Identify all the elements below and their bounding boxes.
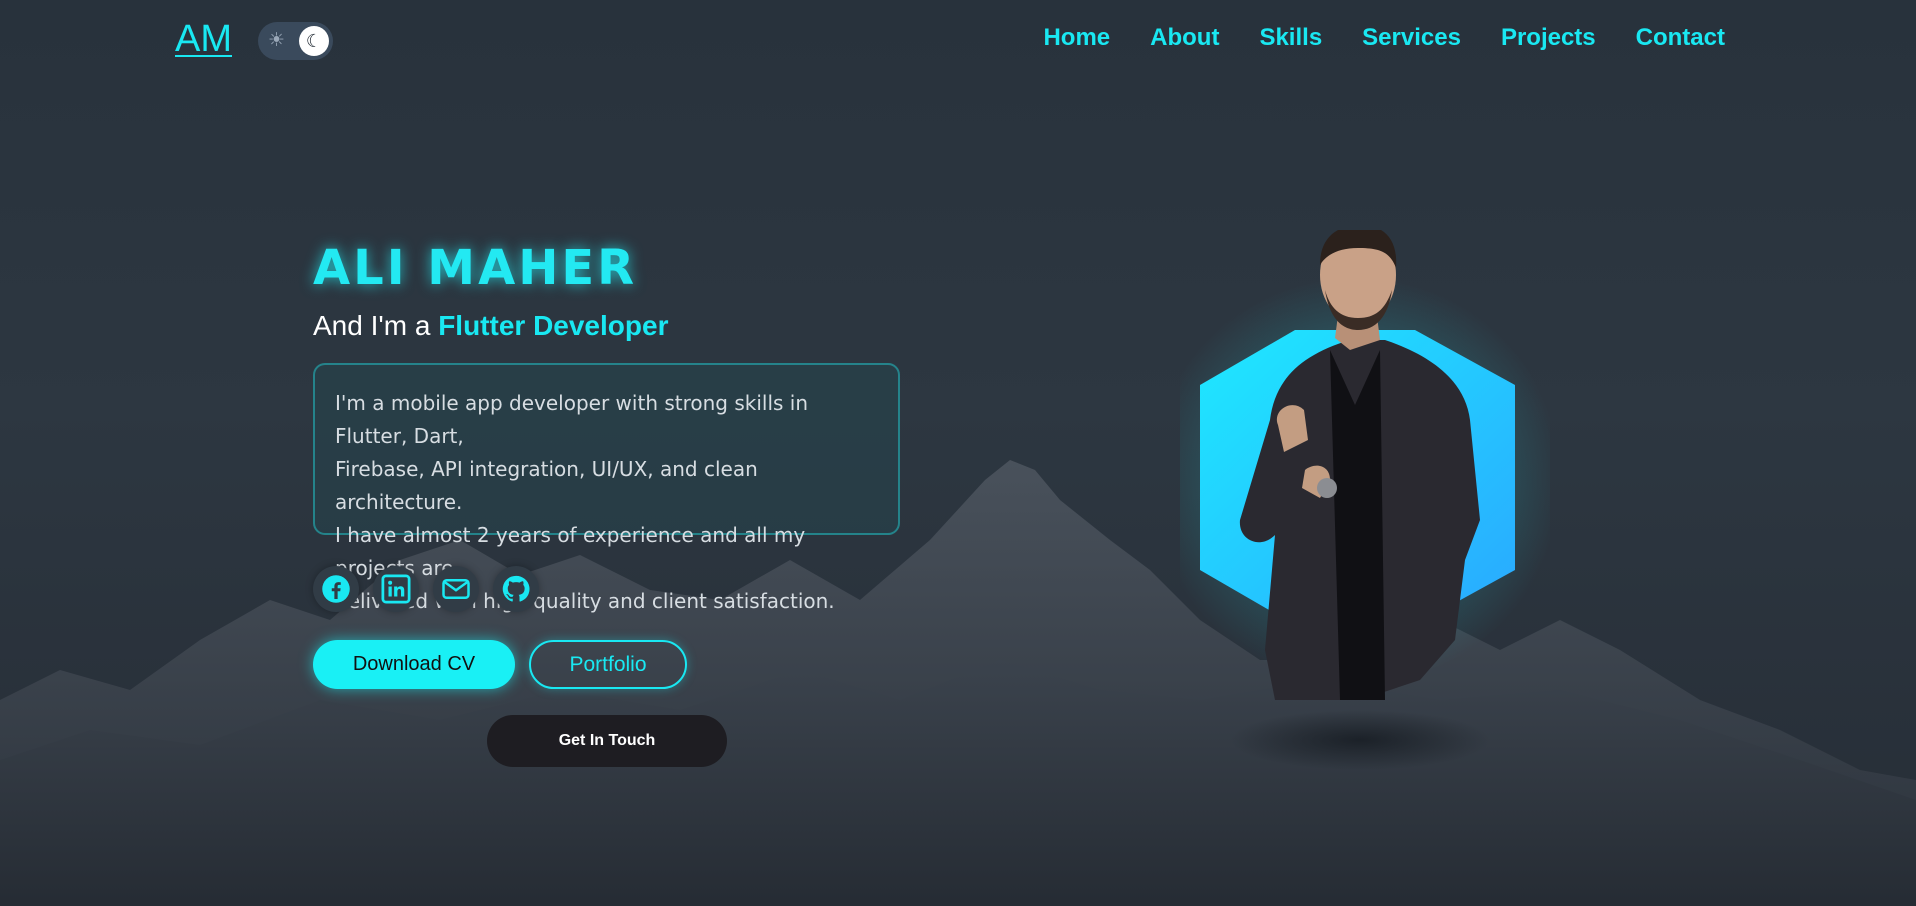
get-in-touch-button[interactable]: Get In Touch [487,715,727,767]
theme-toggle[interactable]: ☀ ☾ [258,22,333,60]
about-box: I'm a mobile app developer with strong s… [313,363,900,613]
main-nav: Home About Skills Services Projects Cont… [1043,24,1725,52]
social-links [313,566,539,612]
nav-services[interactable]: Services [1362,24,1461,52]
about-line: I'm a mobile app developer with strong s… [335,391,809,448]
nav-projects[interactable]: Projects [1501,24,1596,52]
download-cv-button[interactable]: Download CV [313,640,515,689]
role-prefix: And I'm a [313,310,439,341]
hero-role: And I'm a Flutter Developer [313,310,668,342]
nav-skills[interactable]: Skills [1259,24,1322,52]
github-link[interactable] [493,566,539,612]
facebook-link[interactable] [313,566,359,612]
nav-about[interactable]: About [1150,24,1219,52]
portfolio-button[interactable]: Portfolio [529,640,687,689]
facebook-icon [322,575,350,603]
sun-icon: ☀ [268,30,286,51]
hero-name: ALI MAHER [313,240,638,296]
mail-link[interactable] [433,566,479,612]
role-highlight: Flutter Developer [438,310,669,341]
linkedin-link[interactable] [373,566,419,612]
nav-contact[interactable]: Contact [1636,24,1725,52]
linkedin-icon [381,574,411,604]
moon-icon: ☾ [299,26,329,56]
site-logo[interactable]: AM [175,18,232,61]
background-mountains [0,460,1916,906]
profile-portrait [1180,230,1550,770]
about-line: Firebase, API integration, UI/UX, and cl… [335,457,758,514]
github-icon [502,575,530,602]
nav-home[interactable]: Home [1043,24,1110,52]
mail-icon [442,579,470,599]
